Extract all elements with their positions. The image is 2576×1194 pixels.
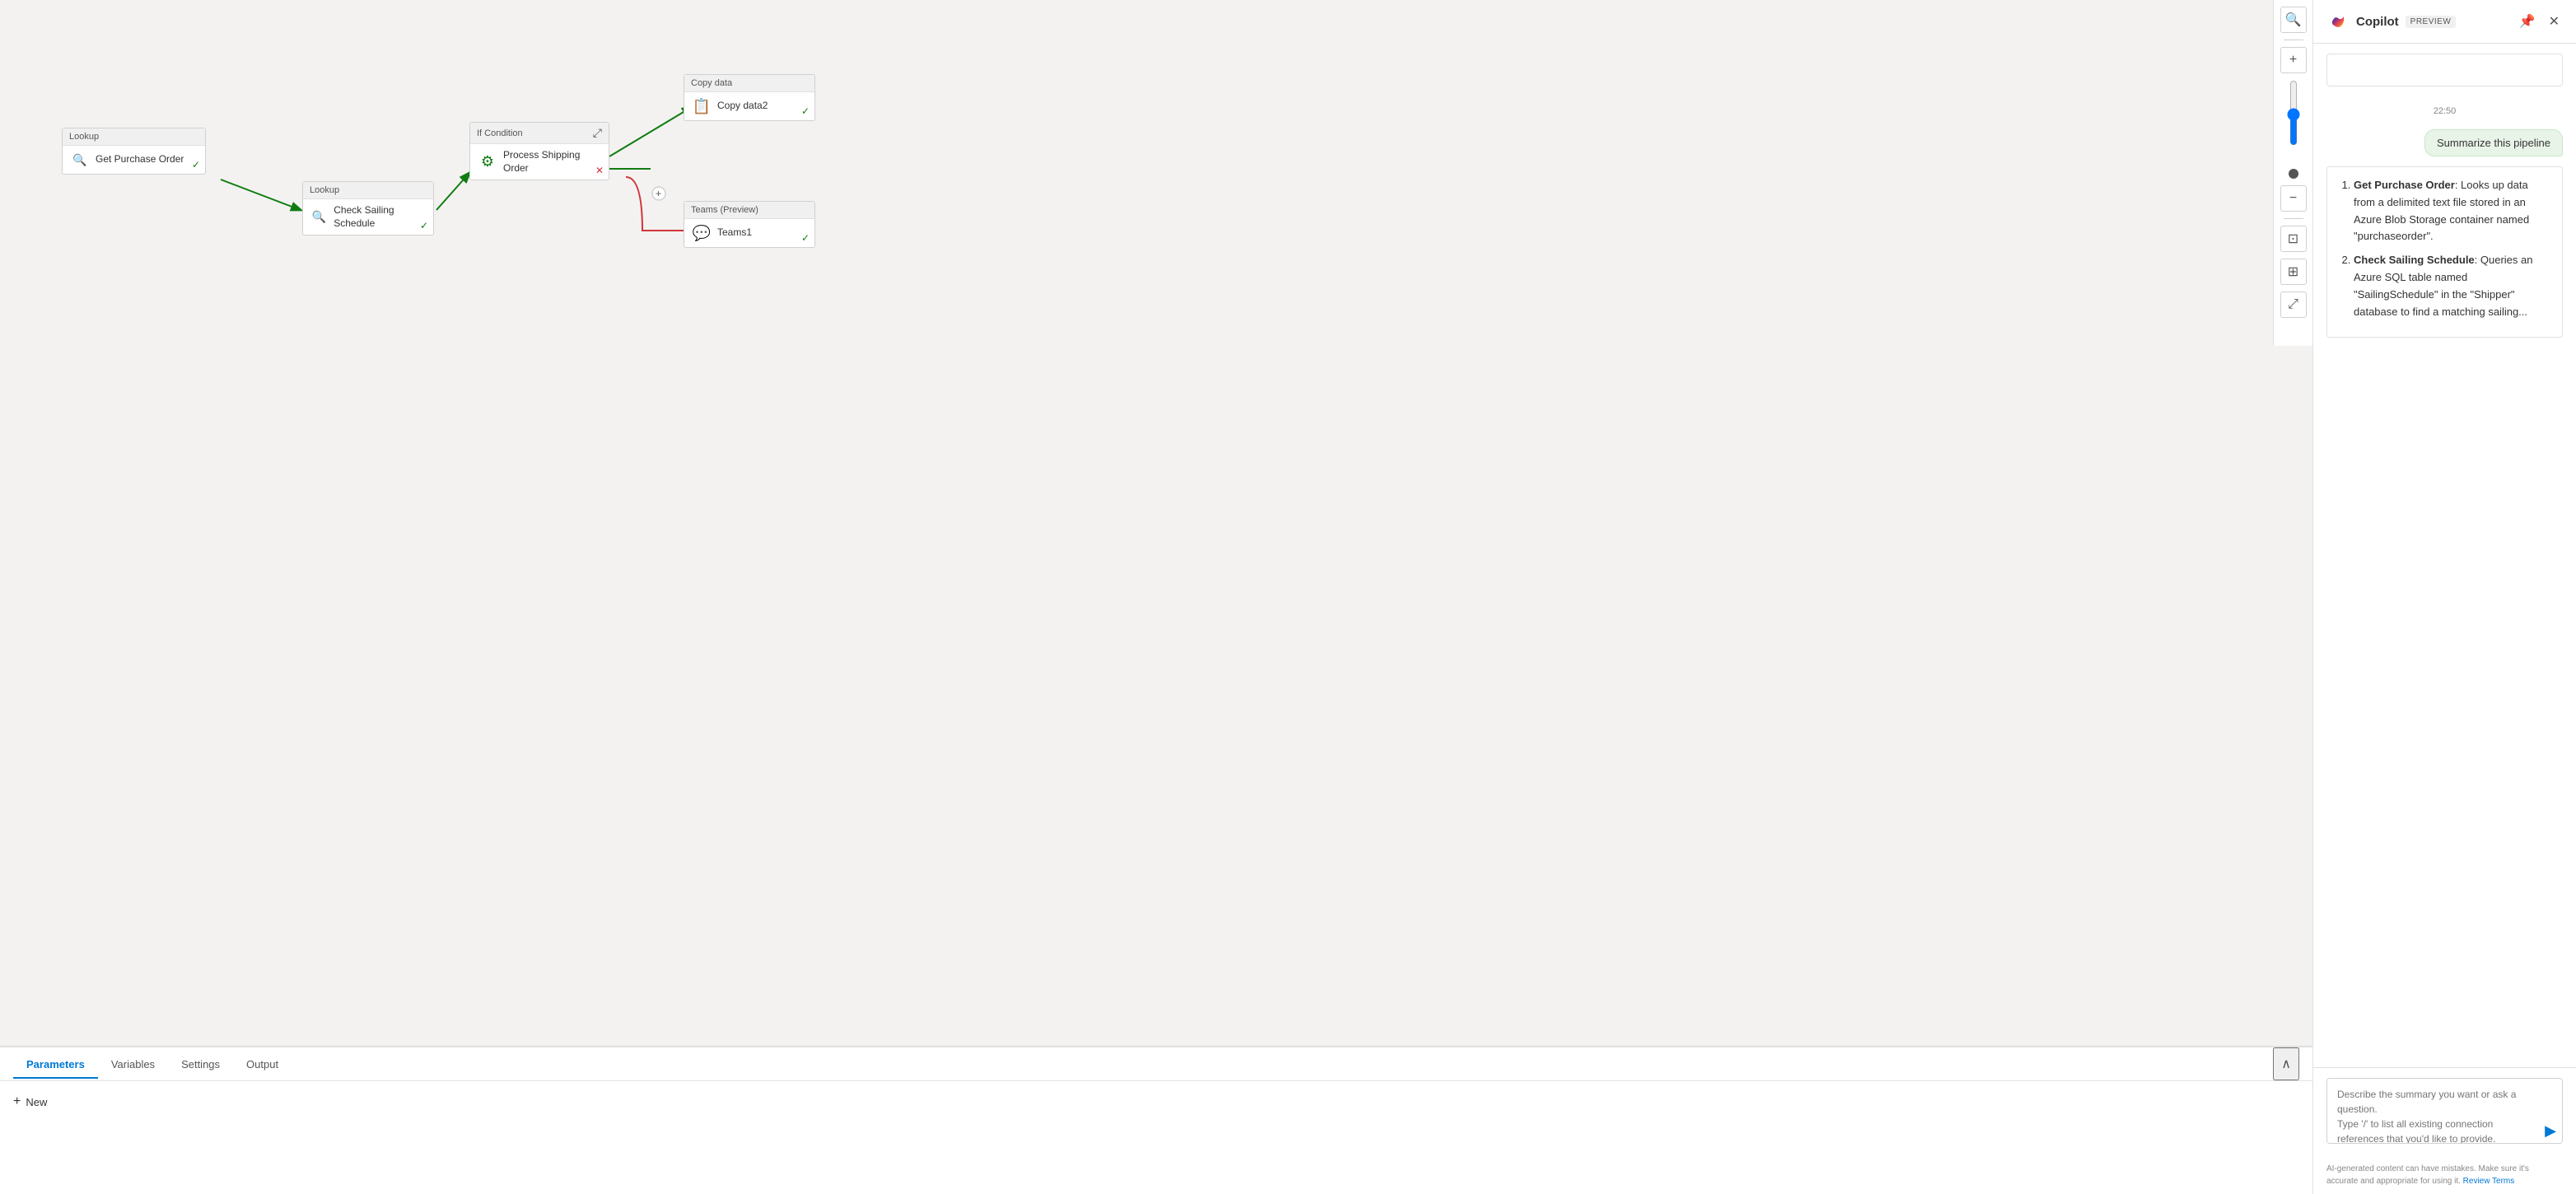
bot-response-item-1: Get Purchase Order: Looks up data from a… (2354, 177, 2550, 245)
node-check-copy: ✓ (801, 105, 810, 117)
expand-condition-icon[interactable]: ⤢ (593, 126, 602, 140)
node-label-lookup1: Get Purchase Order (96, 153, 184, 166)
collapse-panel-button[interactable]: ∧ (2273, 1047, 2299, 1080)
toolbar-divider-2 (2284, 218, 2303, 219)
copilot-panel: Copilot PREVIEW 📌 ✕ 22:50 Summarize this… (2312, 0, 2576, 1194)
condition-icon: ⚙ (478, 153, 497, 171)
node-check-1: ✓ (192, 159, 200, 170)
grid-icon: ⊞ (2288, 264, 2298, 280)
node-check-2: ✓ (420, 220, 428, 231)
zoom-slider[interactable] (2290, 80, 2297, 146)
fit-icon: ⊡ (2288, 231, 2298, 247)
copilot-input[interactable] (2326, 1078, 2563, 1144)
fit-view-button[interactable]: ⊡ (2280, 226, 2307, 252)
grid-view-button[interactable]: ⊞ (2280, 259, 2307, 285)
node-label-lookup2: Check Sailing Schedule (334, 204, 425, 230)
teams-icon: 💬 (693, 224, 711, 242)
node-header-teams: Teams (Preview) (684, 202, 814, 219)
pipeline-canvas: + Lookup 🔍 Get Purchase Order ✓ Lookup (0, 0, 2312, 1046)
copilot-input-wrapper: ▶ (2326, 1078, 2563, 1146)
node-label-condition: Process ShippingOrder (503, 149, 580, 175)
copilot-header-actions: 📌 ✕ (2516, 10, 2563, 33)
connections-svg: + (0, 0, 2312, 1046)
copilot-input-area: ▶ (2313, 1067, 2576, 1156)
add-new-button[interactable]: + New (13, 1091, 2299, 1112)
node-check-sailing-schedule[interactable]: Lookup 🔍 Check Sailing Schedule ✓ (302, 181, 434, 236)
tab-variables[interactable]: Variables (98, 1050, 168, 1079)
zoom-slider-container (2289, 80, 2298, 179)
node-header-condition: If Condition ⤢ (470, 123, 609, 144)
node-label-teams: Teams1 (717, 226, 752, 240)
copilot-logo (2326, 10, 2350, 33)
copilot-title: Copilot (2356, 15, 2399, 29)
tab-parameters[interactable]: Parameters (13, 1050, 98, 1079)
zoom-out-button[interactable]: − (2280, 185, 2307, 212)
lookup-icon-2: 🔍 (311, 208, 327, 226)
tab-settings[interactable]: Settings (168, 1050, 233, 1079)
bottom-content: + New (0, 1081, 2312, 1194)
message-timestamp: 22:50 (2326, 103, 2563, 119)
lookup-icon-1: 🔍 (71, 151, 89, 169)
node-header-lookup1: Lookup (63, 128, 205, 146)
bot-response-item-2: Check Sailing Schedule: Queries an Azure… (2354, 252, 2550, 320)
node-header-lookup2: Lookup (303, 182, 433, 199)
copilot-review-terms-link[interactable]: Review Terms (2463, 1177, 2515, 1186)
bot-response-list: Get Purchase Order: Looks up data from a… (2339, 177, 2550, 320)
item2-name: Check Sailing Schedule (2354, 254, 2475, 266)
copilot-header: Copilot PREVIEW 📌 ✕ (2313, 0, 2576, 44)
zoom-in-icon: + (2289, 53, 2297, 68)
node-get-purchase-order[interactable]: Lookup 🔍 Get Purchase Order ✓ (62, 128, 206, 175)
plus-icon: + (13, 1094, 21, 1109)
condition-header-label: If Condition (477, 128, 523, 138)
add-new-label: New (26, 1096, 47, 1108)
node-teams[interactable]: Teams (Preview) 💬 Teams1 ✓ (684, 201, 815, 248)
search-icon: 🔍 (2285, 12, 2302, 28)
copilot-messages: 22:50 Summarize this pipeline Get Purcha… (2313, 44, 2576, 1067)
zoom-out-icon: − (2289, 191, 2297, 206)
slider-thumb (2289, 169, 2298, 179)
previous-input-area (2326, 54, 2563, 86)
node-header-copy: Copy data (684, 75, 814, 92)
bottom-panel: Parameters Variables Settings Output ∧ +… (0, 1046, 2312, 1194)
bottom-tabs: Parameters Variables Settings Output ∧ (0, 1047, 2312, 1081)
expand-button[interactable]: ⤢ (2280, 292, 2307, 318)
bot-response: Get Purchase Order: Looks up data from a… (2326, 166, 2563, 338)
copilot-pin-button[interactable]: 📌 (2516, 10, 2539, 33)
canvas-toolbar: 🔍 + − ⊡ ⊞ ⤢ (2273, 0, 2312, 346)
svg-text:+: + (656, 188, 661, 199)
item1-name: Get Purchase Order (2354, 179, 2455, 191)
node-check-teams: ✓ (801, 232, 810, 244)
node-x-condition: ✕ (595, 165, 604, 176)
copilot-send-button[interactable]: ▶ (2545, 1122, 2556, 1140)
main-area: + Lookup 🔍 Get Purchase Order ✓ Lookup (0, 0, 2312, 1194)
expand-icon: ⤢ (2288, 297, 2298, 312)
copilot-close-button[interactable]: ✕ (2546, 10, 2563, 33)
zoom-in-button[interactable]: + (2280, 47, 2307, 73)
copilot-footer: AI-generated content can have mistakes. … (2313, 1156, 2576, 1194)
copy-icon: 📋 (693, 97, 711, 115)
tab-output[interactable]: Output (233, 1050, 292, 1079)
user-message-bubble: Summarize this pipeline (2424, 129, 2563, 156)
node-label-copy: Copy data2 (717, 100, 768, 113)
node-if-condition[interactable]: If Condition ⤢ ⚙ Process ShippingOrder ✕ (469, 122, 609, 180)
search-button[interactable]: 🔍 (2280, 7, 2307, 33)
node-copy-data[interactable]: Copy data 📋 Copy data2 ✓ (684, 74, 815, 121)
copilot-preview-badge: PREVIEW (2406, 16, 2457, 28)
